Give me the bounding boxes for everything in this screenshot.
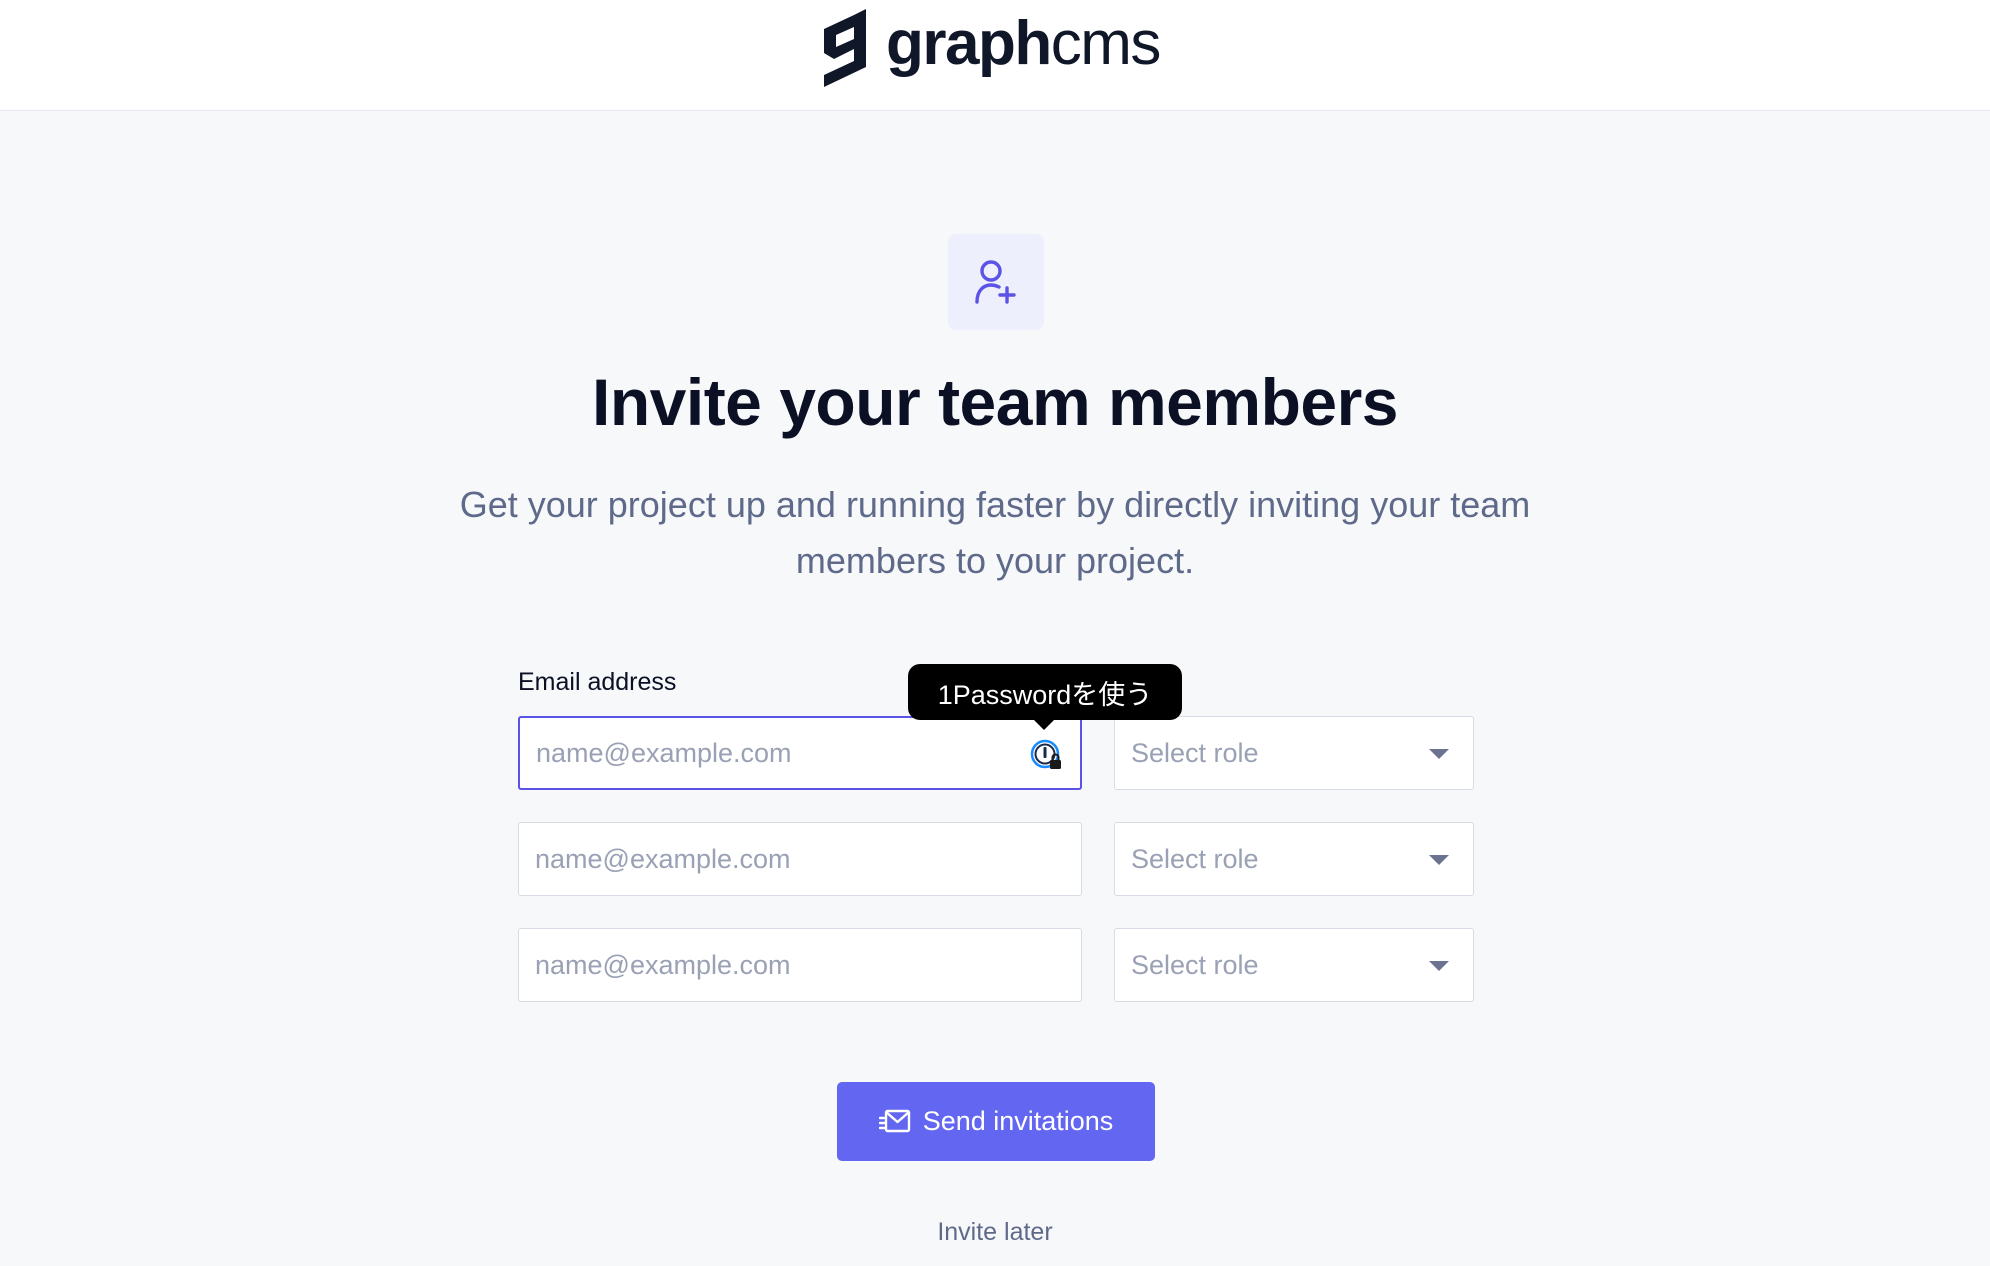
role-select-1[interactable]: Select role <box>1114 716 1474 790</box>
logo-text: graphcms <box>886 13 1161 75</box>
role-select-2[interactable]: Select role <box>1114 822 1474 896</box>
user-plus-icon-container <box>948 234 1044 330</box>
top-header: graphcms <box>0 0 1990 111</box>
email-input-placeholder: name@example.com <box>535 843 791 874</box>
page-title: Invite your team members <box>592 365 1398 439</box>
role-select-value: Select role <box>1131 737 1259 768</box>
send-invitations-button[interactable]: Send invitations <box>837 1082 1155 1161</box>
logo-text-bold: graph <box>886 9 1052 78</box>
logo-text-light: cms <box>1050 9 1162 78</box>
chevron-down-icon <box>1429 961 1449 971</box>
1password-icon[interactable] <box>1030 739 1064 773</box>
role-select-value: Select role <box>1131 843 1259 874</box>
user-plus-icon <box>975 260 1016 304</box>
chevron-down-icon <box>1429 749 1449 759</box>
send-invitations-label: Send invitations <box>922 1106 1114 1136</box>
role-select-3[interactable]: Select role <box>1114 928 1474 1002</box>
invite-later-link[interactable]: Invite later <box>0 1218 1990 1247</box>
page-subtitle: Get your project up and running faster b… <box>459 484 1531 581</box>
1password-tooltip: 1Passwordを使う <box>908 664 1182 730</box>
graphcms-logo[interactable]: graphcms <box>820 6 1161 90</box>
email-input-2[interactable]: name@example.com <box>518 822 1082 896</box>
email-input-1[interactable]: name@example.com <box>518 716 1082 790</box>
chevron-down-icon <box>1429 855 1449 865</box>
email-address-label: Email address <box>518 668 677 696</box>
email-input-placeholder: name@example.com <box>536 737 792 768</box>
role-select-value: Select role <box>1131 949 1259 980</box>
envelope-send-icon <box>878 1109 910 1132</box>
email-input-3[interactable]: name@example.com <box>518 928 1082 1002</box>
graphcms-logo-mark-icon <box>824 9 866 87</box>
email-input-placeholder: name@example.com <box>535 949 791 980</box>
